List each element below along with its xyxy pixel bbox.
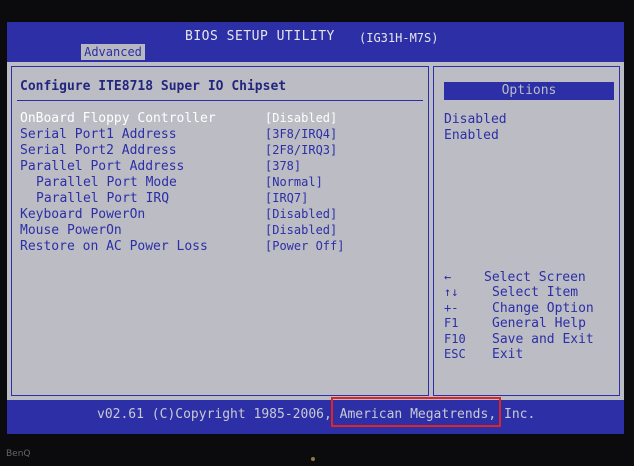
help-row-save-exit: F10 Save and Exit bbox=[434, 332, 621, 348]
setting-value[interactable]: [Power Off] bbox=[265, 239, 344, 253]
setting-label: Parallel Port IRQ bbox=[36, 191, 170, 206]
help-desc: Save and Exit bbox=[492, 332, 594, 347]
setting-row-parallel-port-irq[interactable]: Parallel Port IRQ [IRQ7] bbox=[12, 191, 430, 207]
arrow-left-icon: ← bbox=[444, 270, 452, 284]
title-bar: BIOS SETUP UTILITY (IG31H-M7S) Advanced bbox=[7, 22, 624, 62]
setting-value[interactable]: [Disabled] bbox=[265, 223, 337, 237]
option-item[interactable]: Disabled bbox=[444, 112, 507, 127]
help-desc: Change Option bbox=[492, 301, 594, 316]
setting-label: Serial Port1 Address bbox=[20, 127, 177, 142]
help-panel: Options Disabled Enabled ← Select Screen… bbox=[433, 66, 620, 396]
help-row-select-screen: ← Select Screen bbox=[434, 270, 621, 286]
setting-row-restore-ac-power[interactable]: Restore on AC Power Loss [Power Off] bbox=[12, 239, 430, 255]
monitor-brand-logo: BenQ bbox=[6, 449, 31, 459]
options-header: Options bbox=[444, 82, 614, 100]
help-row-change-option: +- Change Option bbox=[434, 301, 621, 317]
motherboard-model: (IG31H-M7S) bbox=[359, 31, 439, 45]
setting-value[interactable]: [Disabled] bbox=[265, 207, 337, 221]
help-desc: Exit bbox=[492, 347, 524, 362]
setting-label: Serial Port2 Address bbox=[20, 143, 177, 158]
setting-label: Keyboard PowerOn bbox=[20, 207, 146, 222]
setting-row-serial-port1[interactable]: Serial Port1 Address [3F8/IRQ4] bbox=[12, 127, 430, 143]
setting-row-mouse-poweron[interactable]: Mouse PowerOn [Disabled] bbox=[12, 223, 430, 239]
help-desc: Select Item bbox=[492, 285, 579, 300]
f1-key: F1 bbox=[444, 316, 459, 330]
tab-advanced[interactable]: Advanced bbox=[81, 44, 145, 60]
setting-label: Mouse PowerOn bbox=[20, 223, 122, 238]
setting-row-parallel-port-mode[interactable]: Parallel Port Mode [Normal] bbox=[12, 175, 430, 191]
f10-key: F10 bbox=[444, 332, 466, 346]
setting-label: Parallel Port Mode bbox=[36, 175, 177, 190]
help-row-select-item: ↑↓ Select Item bbox=[434, 285, 621, 301]
setting-label: OnBoard Floppy Controller bbox=[20, 111, 216, 126]
bios-title: BIOS SETUP UTILITY bbox=[185, 29, 335, 44]
arrow-updown-icon: ↑↓ bbox=[444, 285, 459, 299]
power-led bbox=[311, 457, 315, 461]
help-row-general-help: F1 General Help bbox=[434, 316, 621, 332]
setting-label: Parallel Port Address bbox=[20, 159, 185, 174]
setting-value[interactable]: [378] bbox=[265, 159, 301, 173]
setting-value[interactable]: [3F8/IRQ4] bbox=[265, 127, 337, 141]
setting-label: Restore on AC Power Loss bbox=[20, 239, 208, 254]
section-divider bbox=[17, 100, 423, 101]
section-title: Configure ITE8718 Super IO Chipset bbox=[20, 79, 287, 94]
setting-row-floppy-controller[interactable]: OnBoard Floppy Controller [Disabled] bbox=[12, 111, 430, 127]
annotation-highlight-box bbox=[331, 397, 501, 427]
help-desc: General Help bbox=[492, 316, 586, 331]
help-desc: Select Screen bbox=[484, 270, 586, 285]
setting-row-keyboard-poweron[interactable]: Keyboard PowerOn [Disabled] bbox=[12, 207, 430, 223]
setting-value[interactable]: [Disabled] bbox=[265, 111, 337, 125]
setting-row-serial-port2[interactable]: Serial Port2 Address [2F8/IRQ3] bbox=[12, 143, 430, 159]
help-row-exit: ESC Exit bbox=[434, 347, 621, 363]
setting-value[interactable]: [2F8/IRQ3] bbox=[265, 143, 337, 157]
footer-bar: v02.61 (C)Copyright 1985-2006, American … bbox=[7, 400, 624, 434]
setting-row-parallel-port-address[interactable]: Parallel Port Address [378] bbox=[12, 159, 430, 175]
setting-value[interactable]: [Normal] bbox=[265, 175, 323, 189]
plus-minus-key: +- bbox=[444, 301, 459, 315]
option-item[interactable]: Enabled bbox=[444, 128, 499, 143]
bios-screen: BIOS SETUP UTILITY (IG31H-M7S) Advanced … bbox=[7, 22, 624, 434]
setting-value[interactable]: [IRQ7] bbox=[265, 191, 308, 205]
settings-panel: Configure ITE8718 Super IO Chipset OnBoa… bbox=[11, 66, 429, 396]
main-area: Configure ITE8718 Super IO Chipset OnBoa… bbox=[7, 62, 624, 400]
esc-key: ESC bbox=[444, 347, 466, 361]
